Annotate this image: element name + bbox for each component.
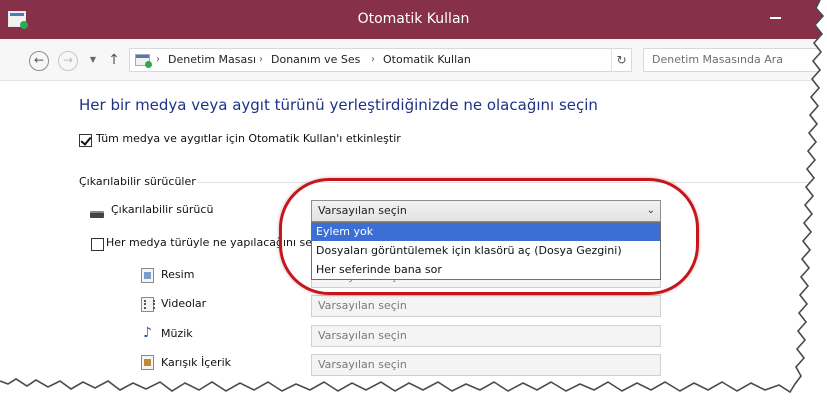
up-arrow-icon[interactable]: ↑ bbox=[106, 51, 122, 69]
breadcrumb-separator-icon: › bbox=[156, 54, 160, 65]
window-title: Otomatik Kullan bbox=[357, 11, 470, 27]
mixed-content-select-value: Varsayılan seçin bbox=[318, 358, 407, 371]
each-media-checkbox[interactable] bbox=[91, 238, 104, 251]
refresh-icon[interactable]: ↻ bbox=[611, 49, 631, 71]
search-input[interactable]: Denetim Masasında Ara bbox=[643, 48, 827, 72]
autoplay-checkbox-label[interactable]: Tüm medya ve aygıtlar için Otomatik Kull… bbox=[96, 132, 401, 145]
removable-drives-section-title: Çıkarılabilir sürücüler bbox=[79, 175, 196, 188]
recent-locations-chevron-icon[interactable]: ▼ bbox=[88, 52, 98, 68]
videos-select-value: Varsayılan seçin bbox=[318, 299, 407, 312]
search-placeholder: Denetim Masasında Ara bbox=[652, 53, 784, 66]
navigation-bar: ← → ▼ ↑ › Denetim Masası › Donanım ve Se… bbox=[0, 39, 827, 81]
control-panel-icon bbox=[135, 54, 152, 68]
music-select-value: Varsayılan seçin bbox=[318, 329, 407, 342]
media-type-label-mixed: Karışık İçerik bbox=[161, 356, 232, 369]
videos-select[interactable]: Varsayılan seçin bbox=[311, 295, 661, 317]
breadcrumb-autoplay[interactable]: Otomatik Kullan bbox=[383, 52, 471, 68]
removable-drive-icon bbox=[90, 211, 104, 218]
picture-icon bbox=[141, 268, 154, 283]
forward-arrow-icon[interactable]: → bbox=[58, 51, 78, 71]
removable-drive-label: Çıkarılabilir sürücü bbox=[111, 203, 214, 216]
breadcrumb-separator-icon: › bbox=[371, 54, 375, 65]
autoplay-window: Otomatik Kullan ← → ▼ ↑ › Denetim Masası… bbox=[0, 0, 827, 419]
breadcrumb-separator-icon: › bbox=[259, 54, 263, 65]
media-type-label-videos: Videolar bbox=[161, 297, 207, 310]
annotation-highlight-ellipse bbox=[279, 178, 699, 295]
music-note-icon: ♪ bbox=[143, 325, 152, 341]
back-arrow-icon[interactable]: ← bbox=[29, 51, 49, 71]
music-select[interactable]: Varsayılan seçin bbox=[311, 325, 661, 347]
mixed-content-select[interactable]: Varsayılan seçin bbox=[311, 354, 661, 376]
breadcrumb-hardware-sound[interactable]: Donanım ve Ses bbox=[271, 52, 360, 68]
title-bar: Otomatik Kullan bbox=[0, 0, 827, 39]
media-type-label-pictures: Resim bbox=[161, 268, 195, 281]
autoplay-checkbox[interactable] bbox=[79, 134, 92, 147]
breadcrumb-control-panel[interactable]: Denetim Masası bbox=[168, 52, 256, 68]
media-type-label-music: Müzik bbox=[161, 327, 193, 340]
video-icon bbox=[141, 297, 155, 312]
minimize-button[interactable] bbox=[760, 0, 792, 26]
address-bar[interactable]: › Denetim Masası › Donanım ve Ses › Otom… bbox=[129, 48, 632, 72]
mixed-content-icon bbox=[141, 355, 154, 370]
page-title: Her bir medya veya aygıt türünü yerleşti… bbox=[79, 96, 598, 114]
